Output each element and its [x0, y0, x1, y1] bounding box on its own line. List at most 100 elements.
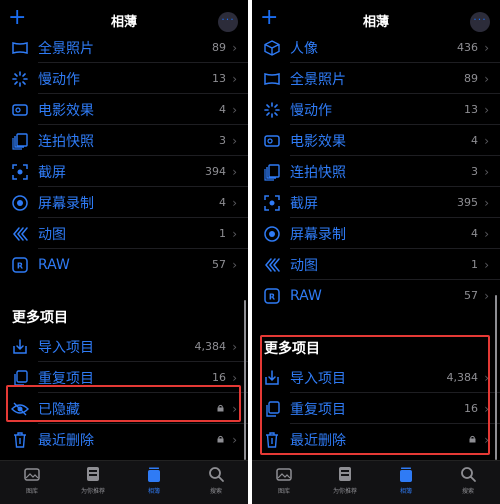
album-count: 394	[205, 165, 226, 178]
album-row-panorama[interactable]: 全景照片 89 ›	[0, 32, 248, 63]
page-title: 相薄	[362, 14, 389, 30]
album-label: 截屏	[290, 195, 318, 212]
chevron-right-icon: ›	[484, 133, 489, 148]
album-label: 慢动作	[290, 102, 332, 119]
more-button[interactable]: ···	[470, 12, 490, 32]
album-label: 动图	[38, 226, 66, 243]
album-label: 连拍快照	[290, 164, 346, 181]
highlight-box	[260, 335, 490, 455]
chevron-right-icon: ›	[232, 71, 237, 86]
album-row-screen-recordings[interactable]: 屏幕录制 4 ›	[0, 187, 248, 218]
album-row-slow-motion[interactable]: 慢动作 13 ›	[252, 94, 500, 125]
album-count: 4	[471, 134, 478, 147]
album-row-recently-deleted[interactable]: 最近删除 ›	[0, 424, 248, 455]
album-row-slow-motion[interactable]: 慢动作 13 ›	[0, 63, 248, 94]
trash-icon	[11, 431, 29, 449]
screenshot-icon	[263, 194, 281, 212]
chevron-right-icon: ›	[232, 370, 237, 385]
album-row-cinematic[interactable]: 电影效果 4 ›	[252, 125, 500, 156]
album-count: 89	[464, 72, 478, 85]
tab-library[interactable]: 图库	[254, 465, 314, 503]
chevron-right-icon: ›	[484, 71, 489, 86]
slow-motion-icon	[11, 70, 29, 88]
album-row-portrait[interactable]: 人像 436 ›	[252, 32, 500, 63]
album-label: RAW	[38, 256, 70, 273]
album-row-burst[interactable]: 连拍快照 3 ›	[0, 125, 248, 156]
album-row-raw[interactable]: R RAW 57 ›	[252, 280, 500, 311]
album-count: 1	[471, 258, 478, 271]
album-row-panorama[interactable]: 全景照片 89 ›	[252, 63, 500, 94]
album-row-screenshots[interactable]: 截屏 394 ›	[0, 156, 248, 187]
album-label: 连拍快照	[38, 133, 94, 150]
chevron-right-icon: ›	[484, 164, 489, 179]
album-label: 电影效果	[290, 133, 346, 150]
section-header-more-items: 更多项目	[12, 310, 68, 326]
search-icon	[461, 467, 476, 482]
album-count: 395	[457, 196, 478, 209]
album-label: 慢动作	[38, 71, 80, 88]
tab-library[interactable]: 图库	[2, 465, 62, 503]
tab-label: 图库	[25, 488, 38, 495]
album-row-cinematic[interactable]: 电影效果 4 ›	[0, 94, 248, 125]
tab-bar: 图库 为你推荐 相簿 搜索	[252, 460, 500, 504]
chevron-right-icon: ›	[232, 432, 237, 447]
lock-icon	[217, 435, 224, 443]
tab-albums[interactable]: 相簿	[124, 465, 184, 503]
album-row-raw[interactable]: R RAW 57 ›	[0, 249, 248, 280]
tab-label: 为你推荐	[332, 488, 357, 495]
add-album-button[interactable]: +	[260, 7, 280, 29]
chevron-right-icon: ›	[484, 195, 489, 210]
album-row-imports[interactable]: 导入项目 4,384 ›	[0, 331, 248, 362]
album-row-animated[interactable]: 动图 1 ›	[252, 249, 500, 280]
album-count: 57	[212, 258, 226, 271]
chevron-right-icon: ›	[232, 257, 237, 272]
album-row-screenshots[interactable]: 截屏 395 ›	[252, 187, 500, 218]
portrait-icon	[263, 39, 281, 57]
cinematic-icon	[11, 101, 29, 119]
chevron-right-icon: ›	[232, 164, 237, 179]
album-label: 屏幕录制	[290, 226, 346, 243]
animated-icon	[263, 256, 281, 274]
library-icon	[24, 468, 40, 481]
album-label: 电影效果	[38, 102, 94, 119]
album-count: 1	[219, 227, 226, 240]
for-you-icon	[87, 467, 99, 481]
left-screen: + 相薄 ··· 全景照片 89 › 慢动作 13 › 电影效果 4 › 连拍快…	[0, 0, 248, 504]
chevron-right-icon: ›	[232, 133, 237, 148]
album-row-screen-recordings[interactable]: 屏幕录制 4 ›	[252, 218, 500, 249]
album-count: 13	[464, 103, 478, 116]
tab-albums[interactable]: 相簿	[376, 465, 436, 503]
albums-icon	[148, 467, 160, 482]
more-button[interactable]: ···	[218, 12, 238, 32]
add-album-button[interactable]: +	[8, 7, 28, 29]
cinematic-icon	[263, 132, 281, 150]
import-icon	[11, 338, 29, 356]
svg-text:R: R	[17, 261, 23, 270]
screenshot-icon	[11, 163, 29, 181]
scrollbar[interactable]	[244, 300, 246, 460]
album-label: 最近删除	[38, 432, 94, 449]
duplicate-icon	[11, 369, 29, 387]
tab-for-you[interactable]: 为你推荐	[315, 465, 375, 503]
album-count: 13	[212, 72, 226, 85]
album-label: 屏幕录制	[38, 195, 94, 212]
album-row-burst[interactable]: 连拍快照 3 ›	[252, 156, 500, 187]
album-count: 4	[219, 103, 226, 116]
album-count: 57	[464, 289, 478, 302]
tab-label: 为你推荐	[80, 488, 105, 495]
chevron-right-icon: ›	[232, 339, 237, 354]
chevron-right-icon: ›	[484, 102, 489, 117]
album-label: 动图	[290, 257, 318, 274]
for-you-icon	[339, 467, 351, 481]
slow-motion-icon	[263, 101, 281, 119]
tab-search[interactable]: 搜索	[186, 465, 246, 503]
svg-text:R: R	[269, 292, 275, 301]
tab-for-you[interactable]: 为你推荐	[63, 465, 123, 503]
tab-label: 搜索	[461, 488, 474, 495]
tab-label: 相簿	[147, 488, 160, 495]
chevron-right-icon: ›	[232, 226, 237, 241]
scrollbar[interactable]	[495, 295, 497, 460]
album-row-animated[interactable]: 动图 1 ›	[0, 218, 248, 249]
animated-icon	[11, 225, 29, 243]
tab-search[interactable]: 搜索	[438, 465, 498, 503]
